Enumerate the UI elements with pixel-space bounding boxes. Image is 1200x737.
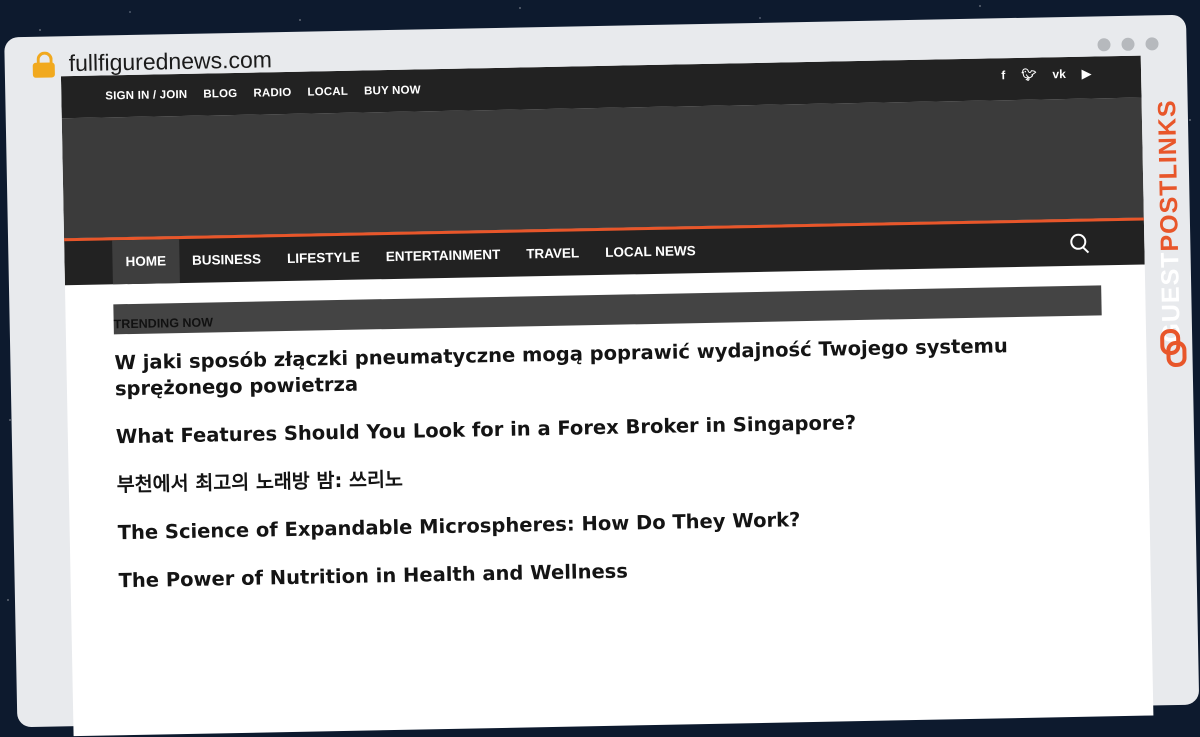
- radio-link[interactable]: RADIO: [253, 87, 291, 100]
- youtube-icon[interactable]: ▶: [1082, 67, 1092, 81]
- post-title[interactable]: What Features Should You Look for in a F…: [116, 406, 1076, 450]
- twitter-icon[interactable]: 🐦︎: [1021, 68, 1037, 82]
- social-links: f 🐦︎ vk ▶: [1001, 67, 1091, 83]
- blog-link[interactable]: BLOG: [203, 88, 237, 101]
- nav-travel[interactable]: TRAVEL: [513, 231, 593, 277]
- window-dot[interactable]: [1145, 37, 1159, 51]
- trending-bar: TRENDING NOW: [113, 285, 1102, 335]
- search-icon[interactable]: [1070, 233, 1087, 250]
- window-dot[interactable]: [1097, 38, 1111, 52]
- main-content: TRENDING NOW W jaki sposób złączki pneum…: [65, 265, 1151, 596]
- trending-list: W jaki sposób złączki pneumatyczne mogą …: [114, 331, 1107, 594]
- local-link[interactable]: LOCAL: [307, 86, 348, 99]
- brand-name: GUESTPOSTLINKS: [1153, 99, 1186, 343]
- nav-business[interactable]: BUSINESS: [179, 237, 275, 283]
- facebook-icon[interactable]: f: [1001, 68, 1005, 82]
- nav-lifestyle[interactable]: LIFESTYLE: [274, 235, 374, 281]
- lock-icon: [32, 50, 55, 78]
- post-title[interactable]: 부천에서 최고의 노래방 밤: 쓰리노: [117, 454, 1077, 498]
- window-controls: [1097, 37, 1159, 52]
- post-title[interactable]: The Science of Expandable Microspheres: …: [117, 502, 1077, 546]
- brand-watermark: GUESTPOSTLINKS: [1149, 71, 1191, 372]
- window-dot[interactable]: [1121, 37, 1135, 51]
- web-page: SIGN IN / JOIN BLOG RADIO LOCAL BUY NOW …: [60, 55, 1154, 737]
- top-links: SIGN IN / JOIN BLOG RADIO LOCAL BUY NOW: [105, 84, 421, 102]
- header-banner: [61, 97, 1144, 239]
- buy-now-link[interactable]: BUY NOW: [364, 84, 421, 97]
- trending-label: TRENDING NOW: [113, 315, 214, 332]
- sign-in-link[interactable]: SIGN IN / JOIN: [105, 89, 187, 103]
- link-icon: [1159, 328, 1187, 368]
- nav-home[interactable]: HOME: [112, 239, 180, 285]
- browser-window: fullfigurednews.com SIGN IN / JOIN BLOG …: [4, 14, 1200, 737]
- vk-icon[interactable]: vk: [1052, 67, 1066, 81]
- post-title[interactable]: W jaki sposób złączki pneumatyczne mogą …: [114, 332, 1075, 402]
- nav-entertainment[interactable]: ENTERTAINMENT: [372, 233, 513, 280]
- nav-local-news[interactable]: LOCAL NEWS: [592, 229, 709, 275]
- post-title[interactable]: The Power of Nutrition in Health and Wel…: [118, 550, 1078, 594]
